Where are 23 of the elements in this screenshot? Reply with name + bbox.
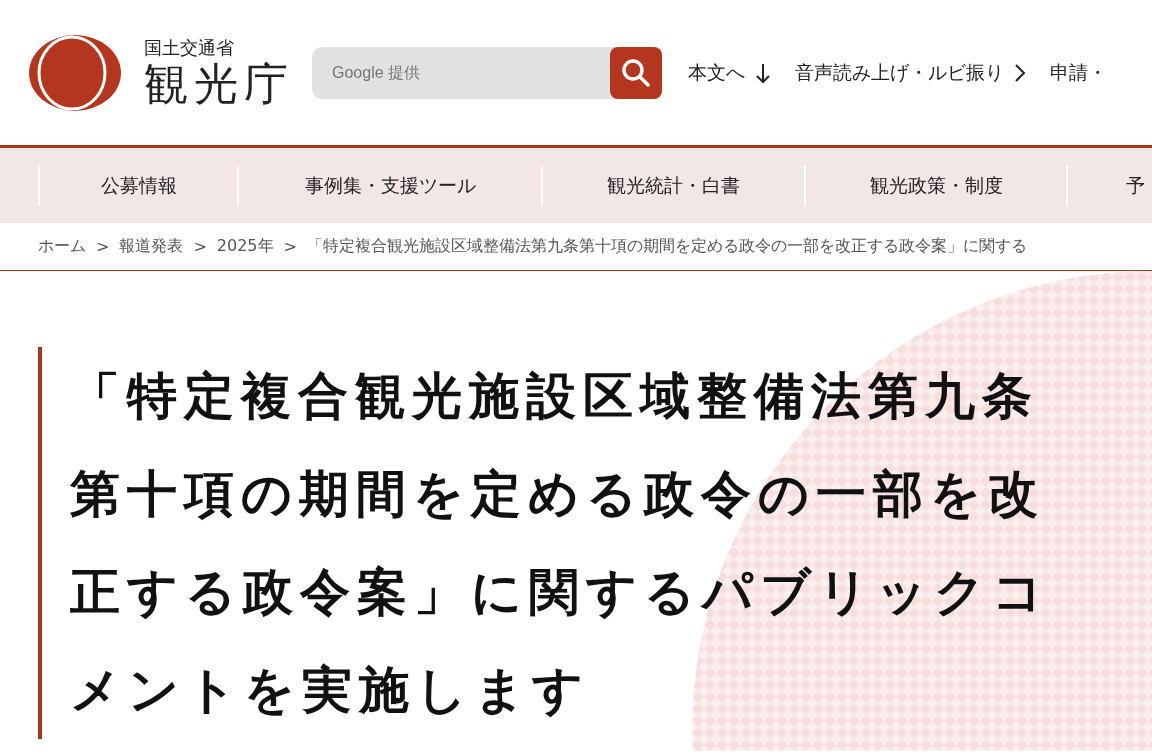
breadcrumb-link[interactable]: 報道発表	[119, 236, 184, 257]
breadcrumb-link[interactable]: ホーム	[38, 236, 86, 257]
breadcrumb-link[interactable]: 2025年	[216, 236, 274, 257]
search-icon	[621, 57, 651, 88]
nav-item[interactable]: 事例集・支援ツール	[237, 165, 541, 206]
nav-item[interactable]: 観光政策・制度	[804, 165, 1066, 206]
breadcrumb-separator: >	[193, 237, 207, 256]
down-arrow-icon	[755, 61, 771, 84]
breadcrumb-separator: >	[96, 237, 110, 256]
breadcrumb-separator: >	[283, 237, 297, 256]
nav-item[interactable]: 公募情報	[38, 165, 237, 206]
logo-icon	[28, 32, 122, 113]
page-title: 「特定複合観光施設区域整備法第九条第十項の期間を定める政令の一部を改正する政令案」に関するパブリックコメントを実施します	[38, 347, 1070, 739]
chevron-right-icon	[1014, 62, 1026, 83]
header-link[interactable]: 本文へ	[688, 59, 771, 86]
header-link[interactable]: 申請・	[1050, 59, 1107, 86]
search-field[interactable]: Google 提供	[312, 46, 616, 99]
agency-name: 観光庁	[144, 58, 294, 109]
ministry-name: 国土交通省	[144, 36, 235, 59]
header-link[interactable]: 音声読み上げ・ルビ振り	[795, 59, 1026, 86]
current-page-label: 「特定複合観光施設区域整備法第九条第十項の期間を定める政令の一部を改正する政令案」に関する	[306, 236, 1027, 257]
nav-item[interactable]: 予	[1066, 165, 1152, 206]
nav-item[interactable]: 観光統計・白書	[541, 165, 804, 206]
